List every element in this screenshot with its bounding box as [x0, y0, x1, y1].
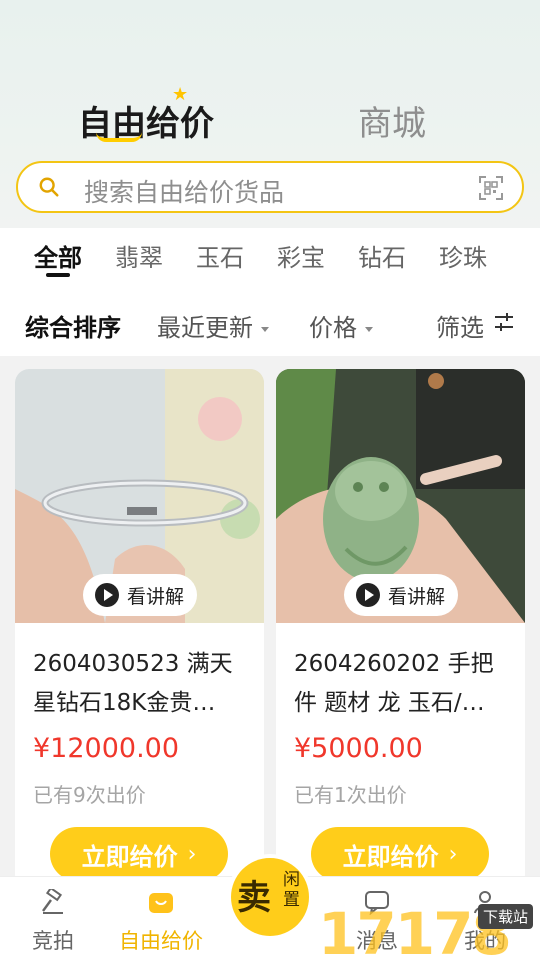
sort-recent-label: 最近更新	[157, 314, 253, 342]
bag-icon	[149, 893, 173, 913]
tab-active-indicator	[96, 132, 142, 142]
chevron-down-icon	[261, 326, 269, 332]
product-price: ¥12000.00	[33, 733, 180, 764]
category-tabs: 全部 翡翠 玉石 彩宝 钻石 珍珠	[0, 228, 540, 298]
filter-label: 筛选	[436, 314, 484, 342]
scan-icon[interactable]	[478, 175, 504, 201]
sort-recent[interactable]: 最近更新	[157, 308, 269, 343]
header: ★ 自由给价 商城 搜索自由给价货品	[0, 0, 540, 228]
category-jadeite[interactable]: 翡翠	[115, 238, 163, 273]
search-input[interactable]: 搜索自由给价货品	[84, 173, 284, 209]
nav-free-bid[interactable]: 自由给价	[116, 889, 206, 955]
bid-now-button[interactable]: 立即给价 ›	[311, 827, 489, 881]
product-bid-count: 已有1次出价	[294, 783, 407, 807]
product-title: 2604260202 手把件 题材 龙 玉石/…	[294, 651, 494, 716]
sort-bar: 综合排序 最近更新 价格 筛选	[0, 298, 540, 356]
chevron-right-icon: ›	[187, 841, 197, 867]
play-icon	[356, 583, 380, 607]
product-bid-count: 已有9次出价	[33, 783, 146, 807]
nav-auction-label: 竞拍	[32, 929, 74, 953]
search-icon	[39, 177, 59, 197]
product-title: 2604030523 满天星钻石18K金贵…	[33, 651, 233, 716]
watch-label: 看讲解	[388, 585, 446, 608]
product-price: ¥5000.00	[294, 733, 423, 764]
category-jade[interactable]: 玉石	[196, 238, 244, 273]
nav-free-bid-label: 自由给价	[119, 929, 203, 953]
filter-button[interactable]: 筛选	[436, 308, 484, 343]
search-bar[interactable]: 搜索自由给价货品	[16, 161, 524, 213]
bid-now-button[interactable]: 立即给价 ›	[50, 827, 228, 881]
bid-now-label: 立即给价	[81, 842, 178, 871]
nav-auction[interactable]: 竞拍	[8, 886, 98, 955]
bid-now-label: 立即给价	[342, 842, 439, 871]
sell-idle-button[interactable]: 卖 闲置	[231, 858, 309, 936]
category-pearl[interactable]: 珍珠	[439, 238, 487, 273]
sell-main-label: 卖	[237, 878, 271, 918]
sort-price[interactable]: 价格	[309, 308, 373, 343]
sell-sub-label: 闲置	[283, 870, 300, 910]
product-card[interactable]: 看讲解 2604260202 手把件 题材 龙 玉石/… ¥5000.00 已有…	[276, 369, 525, 889]
watch-label: 看讲解	[127, 585, 185, 608]
sort-price-label: 价格	[309, 314, 357, 342]
watermark-tag: 下载站	[478, 904, 534, 929]
chevron-right-icon: ›	[448, 841, 458, 867]
play-icon	[95, 583, 119, 607]
watch-explanation-button[interactable]: 看讲解	[83, 574, 197, 616]
category-all[interactable]: 全部	[34, 238, 82, 273]
chevron-down-icon	[365, 326, 373, 332]
sort-comprehensive[interactable]: 综合排序	[25, 308, 121, 343]
watch-explanation-button[interactable]: 看讲解	[344, 574, 458, 616]
category-gemstone[interactable]: 彩宝	[277, 238, 325, 273]
filter-icon	[495, 313, 513, 331]
gavel-icon	[42, 886, 63, 914]
category-diamond[interactable]: 钻石	[358, 238, 406, 273]
category-active-indicator	[46, 273, 70, 277]
product-card[interactable]: 看讲解 2604030523 满天星钻石18K金贵… ¥12000.00 已有9…	[15, 369, 264, 889]
tab-mall[interactable]: 商城	[358, 96, 426, 145]
